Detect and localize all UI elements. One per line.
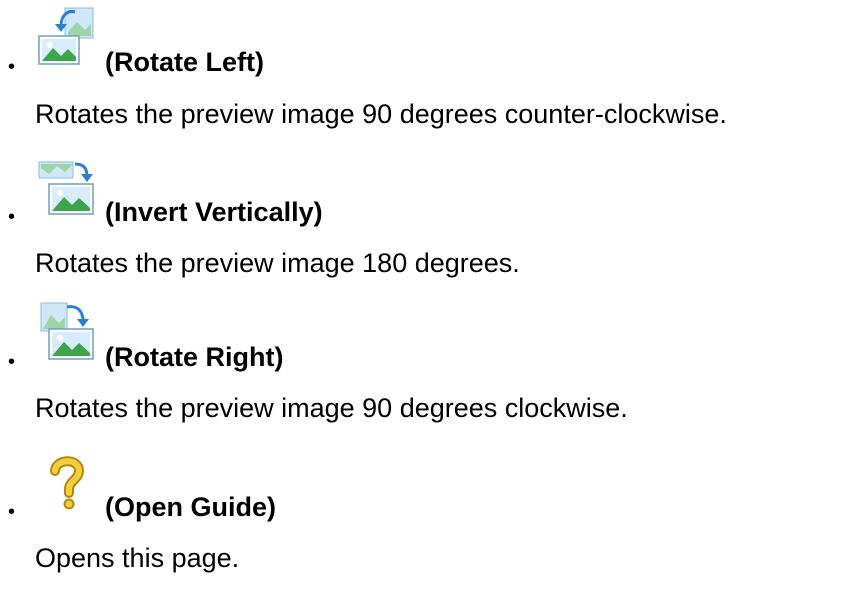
rotate-left-icon: [35, 4, 99, 68]
bullet: •: [8, 56, 16, 78]
item-description: Rotates the preview image 90 degrees cou…: [35, 99, 727, 129]
item-title: (Open Guide): [105, 492, 276, 522]
item-description: Rotates the preview image 180 degrees.: [35, 248, 520, 278]
open-guide-icon: [35, 449, 99, 513]
bullet: •: [8, 351, 16, 373]
item-title: (Invert Vertically): [105, 197, 323, 227]
item-description: Opens this page.: [35, 543, 240, 573]
list-item-open-guide: • (Open Guide) Opens this page.: [0, 445, 857, 589]
item-title: (Rotate Right): [105, 342, 284, 372]
invert-vertically-icon: [35, 154, 99, 218]
item-description: Rotates the preview image 90 degrees clo…: [35, 393, 628, 423]
rotate-right-icon: [35, 299, 99, 363]
list-item-invert-vertically: • (Invert Vertically) Rotates the previe…: [0, 150, 857, 295]
bullet: •: [8, 206, 16, 228]
item-title: (Rotate Left): [105, 47, 264, 77]
list-item-rotate-right: • (Rotate Right) Rotates the preview ima…: [0, 295, 857, 445]
bullet: •: [8, 501, 16, 523]
list-item-rotate-left: • (Rotate Left) Rotates the preview imag…: [0, 0, 857, 150]
